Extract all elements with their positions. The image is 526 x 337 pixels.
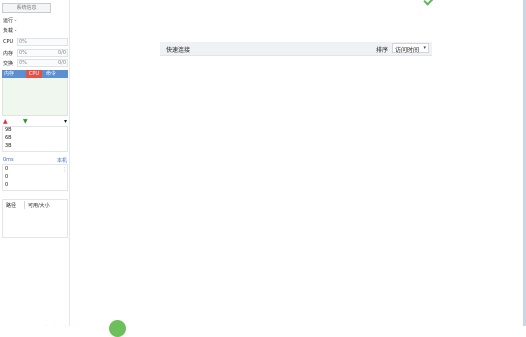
process-table-header: 内存 CPU 命令 <box>2 70 68 78</box>
cpu-meter: CPU 0% <box>2 38 68 46</box>
swap-meter: 交换 0% 0/0 <box>2 59 68 67</box>
status-circle-icon <box>109 320 126 337</box>
memory-meter-ratio: 0/0 <box>57 50 66 56</box>
swap-meter-bar: 0% 0/0 <box>17 59 68 67</box>
dropdown-caret-icon[interactable]: ▾ <box>64 119 67 125</box>
process-col-cpu[interactable]: CPU <box>26 70 42 78</box>
run-status-label: 运行 - <box>3 18 17 24</box>
decorative-dots: · · · · <box>46 323 79 329</box>
process-col-memory[interactable]: 内存 <box>4 70 14 78</box>
ping-header: 0ms 本机 <box>2 157 68 164</box>
memory-meter-label: 内存 <box>3 51 14 57</box>
process-col-command[interactable]: 命令 <box>46 70 56 78</box>
network-traffic-graph: 9B 6B 3B <box>2 126 68 152</box>
system-info-button[interactable]: 系统信息 <box>2 3 51 13</box>
network-scale-label: 3B <box>5 143 12 149</box>
chevron-down-icon: ▾ <box>423 45 426 51</box>
sort-select[interactable]: 访问时间 ▾ <box>392 43 429 54</box>
quick-connect-title: 快速连接 <box>166 47 191 54</box>
swap-meter-ratio: 0/0 <box>57 60 66 66</box>
down-arrow-icon: ▼ <box>23 118 28 125</box>
process-list[interactable] <box>2 78 68 116</box>
checkmark-icon <box>423 0 435 6</box>
column-divider <box>24 201 25 209</box>
up-arrow-icon: ▲ <box>3 118 8 125</box>
network-scale-label: 6B <box>5 135 12 141</box>
ping-latency-label: 0ms <box>3 157 14 163</box>
ping-values: 0 0 0 ⋮ <box>2 164 68 191</box>
disk-table: 路径 可用/大小 <box>2 199 68 238</box>
disk-col-path: 路径 <box>6 203 17 209</box>
cpu-meter-percent: 0% <box>19 39 27 45</box>
load-status-label: 负载 - <box>3 28 17 34</box>
ping-host-label[interactable]: 本机 <box>57 157 67 164</box>
network-scale-label: 9B <box>5 127 12 133</box>
network-controls: ▲ ▼ ▾ <box>2 119 68 126</box>
memory-meter-bar: 0% 0/0 <box>17 49 68 57</box>
cpu-meter-bar: 0% <box>17 38 68 46</box>
sort-label: 排序 <box>376 47 389 54</box>
cpu-meter-label: CPU <box>3 39 14 45</box>
disk-col-available: 可用/大小 <box>28 203 50 209</box>
swap-meter-percent: 0% <box>19 60 27 66</box>
memory-meter-percent: 0% <box>19 50 27 56</box>
quick-connect-bar: 快速连接 排序 访问时间 ▾ <box>160 42 432 56</box>
ping-value: 0 <box>5 174 9 180</box>
ping-value: 0 <box>5 182 9 188</box>
system-monitor-sidebar: 系统信息 运行 - 负载 - CPU 0% 内存 0% 0/0 交换 0% 0/… <box>0 0 70 326</box>
sort-select-value: 访问时间 <box>395 47 420 54</box>
more-vertical-icon[interactable]: ⋮ <box>62 168 67 173</box>
ping-value: 0 <box>5 166 9 172</box>
swap-meter-label: 交换 <box>3 61 14 67</box>
memory-meter: 内存 0% 0/0 <box>2 49 68 57</box>
